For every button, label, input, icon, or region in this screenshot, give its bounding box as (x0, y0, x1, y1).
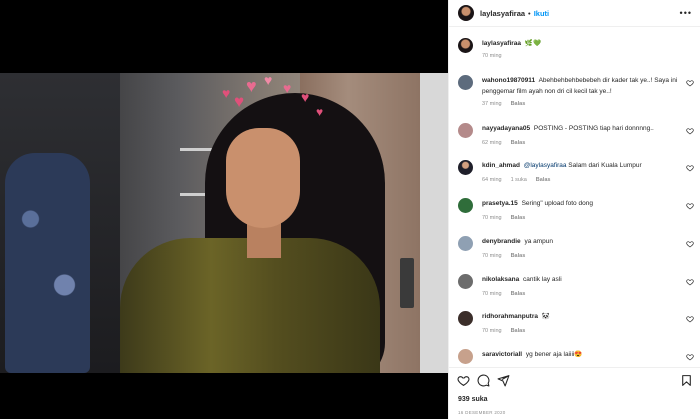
caption-time: 70 ming (482, 53, 502, 59)
comment-username[interactable]: nayyadayana05 (482, 125, 530, 132)
reply-button[interactable]: Balas (511, 291, 526, 297)
comment-item: saravictoriall yg bener aja laiiii😍 (458, 349, 696, 364)
post-photo[interactable]: ♥ ♥ ♥ ♥ ♥ ♥ ♥ (0, 73, 448, 373)
comment-avatar[interactable] (458, 274, 473, 289)
comment-text: POSTING - POSTING tiap hari donnnng.. (533, 125, 654, 132)
reply-button[interactable]: Balas (511, 140, 526, 146)
comment-like-heart-icon[interactable] (686, 278, 694, 286)
comments-list[interactable]: laylasyafiraa 🌿💚 70 ming wahono19870911 … (449, 27, 700, 367)
post-media: ♥ ♥ ♥ ♥ ♥ ♥ ♥ (0, 0, 448, 419)
reply-button[interactable]: Balas (511, 328, 526, 334)
caption-username[interactable]: laylasyafiraa (482, 40, 521, 47)
author-username[interactable]: laylasyafiraa (480, 9, 525, 18)
comment-time: 70 ming (482, 253, 502, 259)
comment-like-heart-icon[interactable] (686, 127, 694, 135)
comment-item: nayyadayana05 POSTING - POSTING tiap har… (458, 123, 696, 146)
comment-username[interactable]: denybrandie (482, 238, 521, 245)
likes-count[interactable]: 939 suka (458, 396, 488, 403)
comment-username[interactable]: kdin_ahmad (482, 162, 520, 169)
comment-time: 64 ming (482, 177, 502, 183)
caption-text: 🌿💚 (524, 40, 542, 47)
comment-time: 70 ming (482, 291, 502, 297)
bookmark-icon[interactable] (680, 374, 693, 387)
comment-item: denybrandie ya ampun 70 ming Balas (458, 236, 696, 259)
follow-button[interactable]: Ikuti (534, 9, 549, 18)
comment-avatar[interactable] (458, 160, 473, 175)
comment-item: wahono19870911 Abehbehbehbebebeh dir kad… (458, 75, 696, 107)
comment-item: prasetya.15 Sering" upload foto dong 70 … (458, 198, 696, 221)
heart-icon[interactable] (457, 374, 470, 387)
comment-text: yg bener aja laiiii😍 (525, 351, 583, 358)
comment-like-heart-icon[interactable] (686, 353, 694, 361)
comment-avatar[interactable] (458, 311, 473, 326)
post-header: laylasyafiraa • Ikuti ••• (449, 0, 700, 27)
comment-username[interactable]: ridhorahmanputra (482, 313, 538, 320)
comment-like-heart-icon[interactable] (686, 240, 694, 248)
comment-text: Salam dari Kuala Lumpur (568, 162, 642, 169)
comment-item: nikolaksana cantik lay asli 70 ming Balas (458, 274, 696, 297)
reply-button[interactable]: Balas (511, 253, 526, 259)
comment-text: Sering" upload foto dong (521, 200, 593, 207)
comment-time: 37 ming (482, 101, 502, 107)
reply-button[interactable]: Balas (511, 215, 526, 221)
comment-avatar[interactable] (458, 198, 473, 213)
comment-like-heart-icon[interactable] (686, 315, 694, 323)
header-separator: • (528, 8, 531, 18)
comment-item: kdin_ahmad @laylasyafiraa Salam dari Kua… (458, 160, 696, 183)
comment-avatar[interactable] (458, 75, 473, 90)
comment-icon[interactable] (477, 374, 490, 387)
comment-avatar[interactable] (458, 236, 473, 251)
comment-like-heart-icon[interactable] (686, 79, 694, 87)
comment-text: cantik lay asli (523, 276, 562, 283)
comment-username[interactable]: saravictoriall (482, 351, 522, 358)
author-avatar[interactable] (458, 5, 474, 21)
reply-button[interactable]: Balas (511, 101, 526, 107)
comment-time: 70 ming (482, 215, 502, 221)
post-date: 16 DESEMBER 2020 (458, 410, 506, 415)
comment-time: 70 ming (482, 328, 502, 334)
post-side-panel: laylasyafiraa • Ikuti ••• laylasyafiraa … (448, 0, 700, 419)
reply-button[interactable]: Balas (536, 177, 551, 183)
comment-username[interactable]: wahono19870911 (482, 77, 535, 84)
caption-avatar[interactable] (458, 38, 473, 53)
comment-avatar[interactable] (458, 349, 473, 364)
comment-item: ridhorahmanputra 🐼 70 ming Balas (458, 311, 696, 334)
share-icon[interactable] (497, 374, 510, 387)
comment-username[interactable]: prasetya.15 (482, 200, 518, 207)
comment-like-heart-icon[interactable] (686, 202, 694, 210)
comment-time: 62 ming (482, 140, 502, 146)
comment-text: ya ampun (524, 238, 554, 245)
comment-mention[interactable]: @laylasyafiraa (524, 162, 567, 169)
comment-text: 🐼 (541, 313, 550, 320)
comment-like-heart-icon[interactable] (686, 164, 694, 172)
caption: laylasyafiraa 🌿💚 70 ming (458, 38, 696, 59)
comment-username[interactable]: nikolaksana (482, 276, 519, 283)
comment-likes[interactable]: 1 suka (511, 177, 527, 183)
post-actions-bar: 939 suka 16 DESEMBER 2020 (449, 367, 700, 419)
comment-avatar[interactable] (458, 123, 473, 138)
more-options-icon[interactable]: ••• (680, 8, 692, 18)
